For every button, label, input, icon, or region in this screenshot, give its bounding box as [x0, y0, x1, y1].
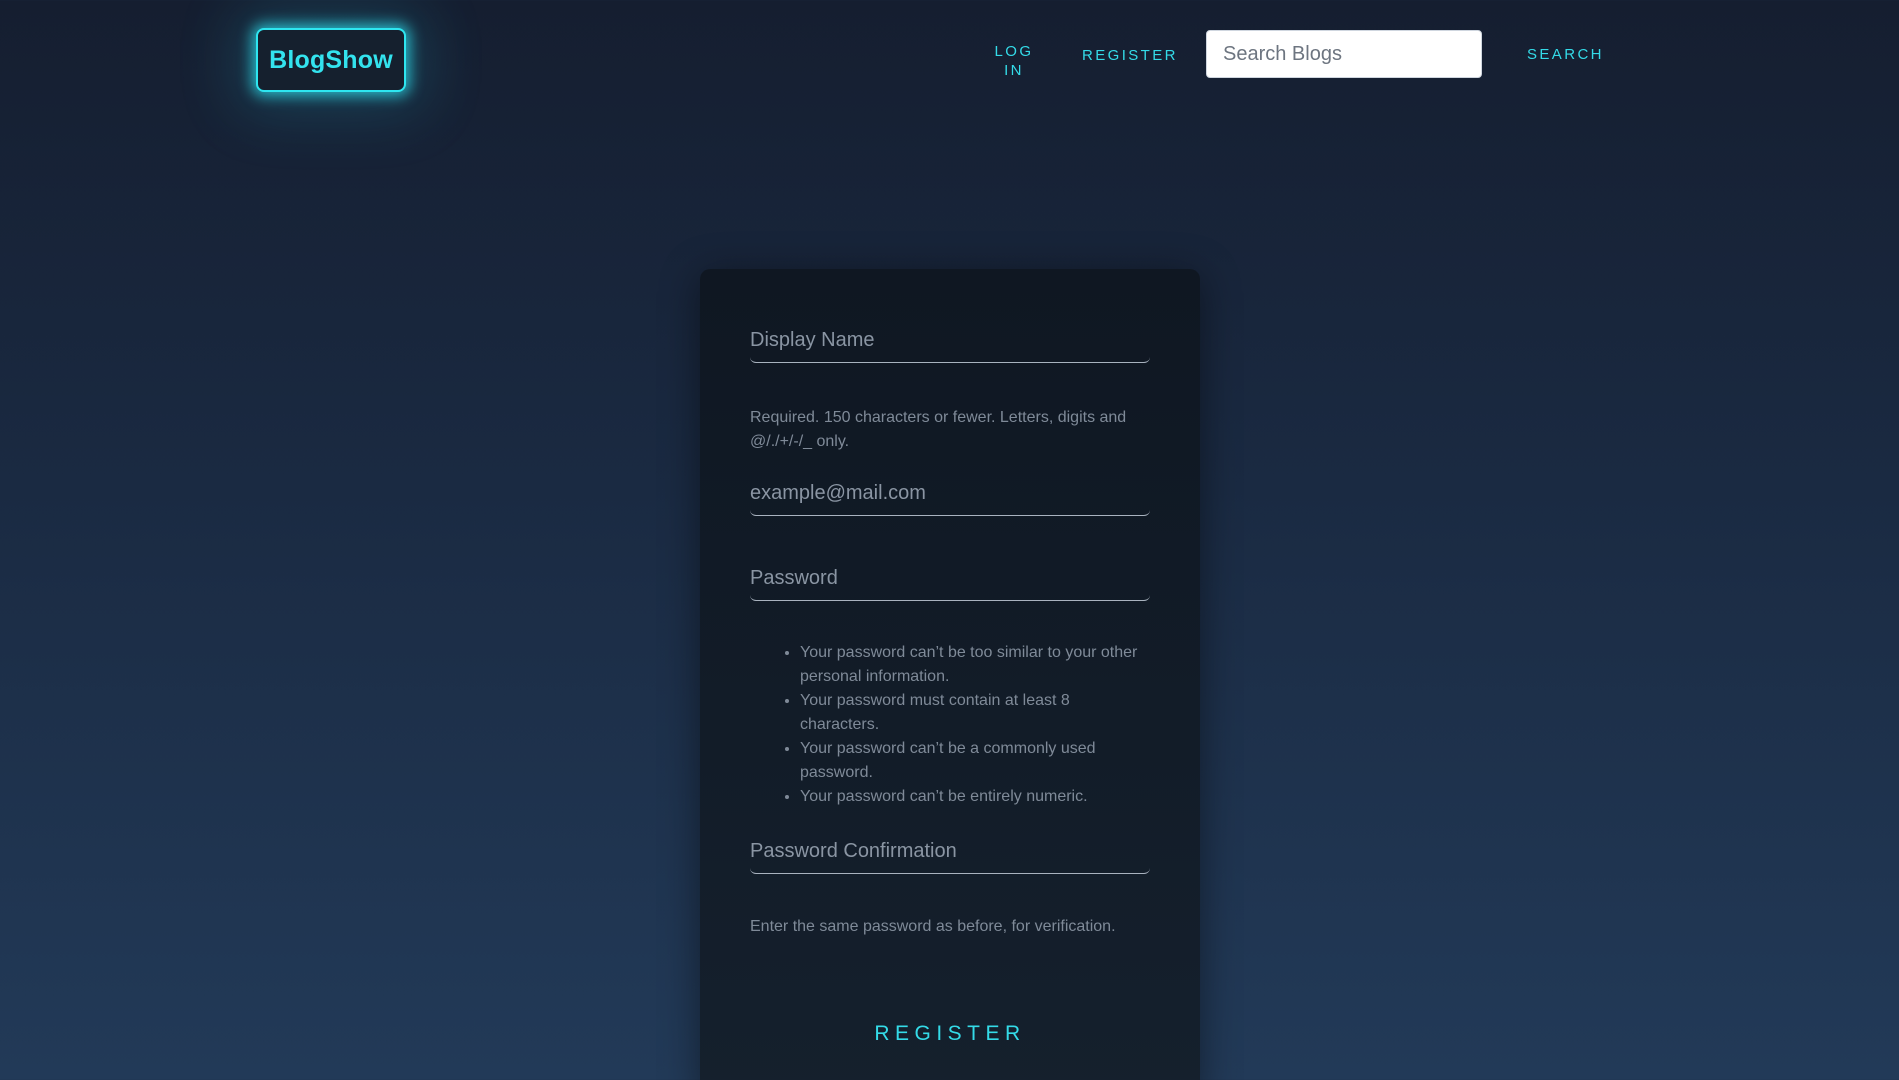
nav-login-link[interactable]: LOG IN [990, 42, 1038, 80]
password-rules-list: Your password can’t be too similar to yo… [750, 641, 1150, 809]
search-input[interactable] [1206, 30, 1482, 78]
search-button[interactable]: SEARCH [1527, 45, 1604, 64]
password-rule-item: Your password can’t be a commonly used p… [800, 737, 1150, 785]
register-submit-button[interactable]: REGISTER [750, 1022, 1150, 1046]
email-field[interactable] [750, 479, 1150, 516]
nav-register-link[interactable]: REGISTER [1082, 46, 1178, 65]
password-rule-item: Your password must contain at least 8 ch… [800, 689, 1150, 737]
display-name-field[interactable] [750, 326, 1150, 363]
register-card: Required. 150 characters or fewer. Lette… [700, 269, 1200, 1080]
password-rule-item: Your password can’t be entirely numeric. [800, 785, 1150, 809]
display-name-help-text: Required. 150 characters or fewer. Lette… [750, 409, 1127, 450]
password-rule-item: Your password can’t be too similar to yo… [800, 641, 1150, 689]
logo-brand[interactable]: BlogShow [256, 28, 406, 92]
password-confirm-help-text: Enter the same password as before, for v… [750, 918, 1116, 935]
password-field[interactable] [750, 564, 1150, 601]
password-confirm-field[interactable] [750, 837, 1150, 874]
